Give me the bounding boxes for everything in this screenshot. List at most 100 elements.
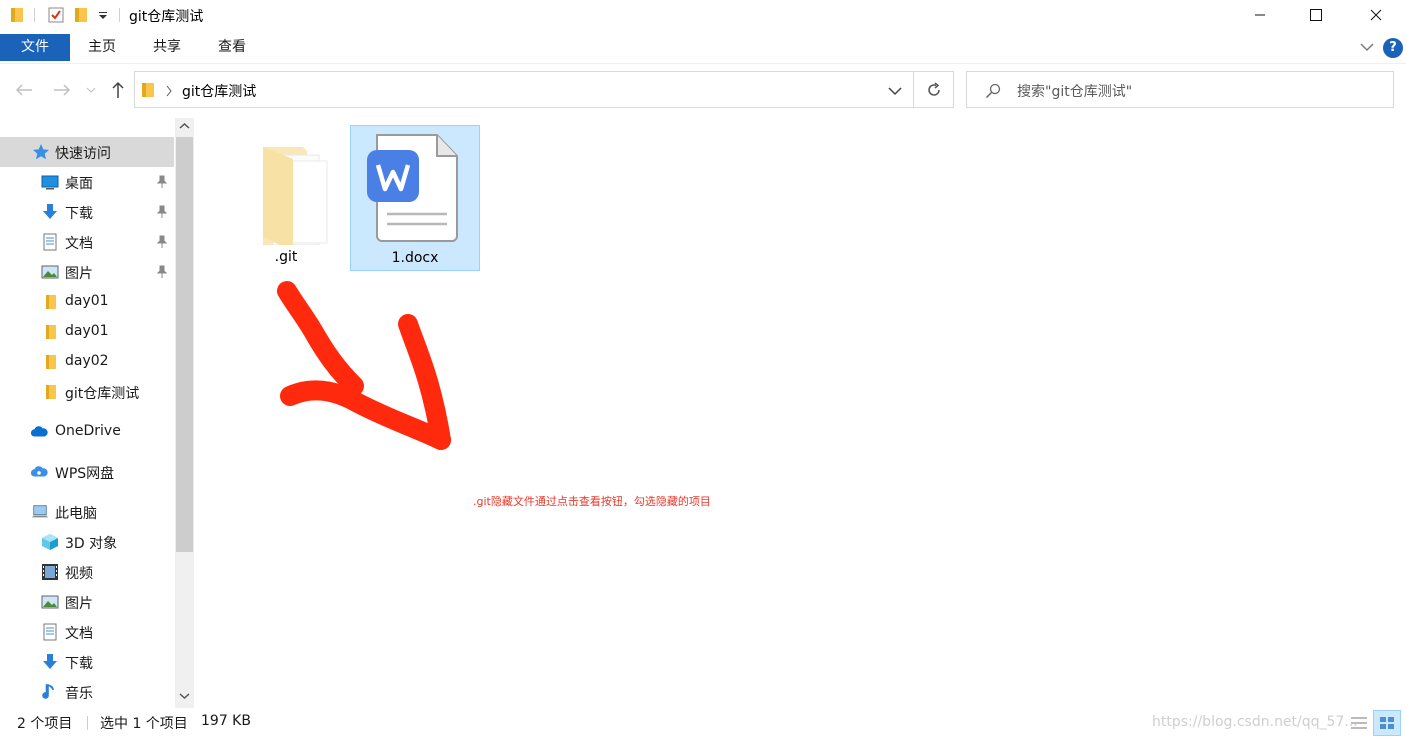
desktop-icon xyxy=(41,175,59,190)
sidebar-item-downloads[interactable]: 下载 xyxy=(0,197,174,227)
star-icon xyxy=(33,144,49,160)
sidebar-item-label: 桌面 xyxy=(65,176,93,192)
computer-icon xyxy=(31,505,49,518)
sidebar-item-label: 视频 xyxy=(65,566,93,582)
sidebar-item-pictures[interactable]: 图片 xyxy=(0,257,174,287)
large-icons-view-icon xyxy=(1380,717,1394,729)
sidebar-item-label: 图片 xyxy=(65,266,93,282)
sidebar-item-label: 3D 对象 xyxy=(65,536,118,552)
selection-count: 选中 1 个项目 xyxy=(100,716,188,732)
sidebar-item-label: 此电脑 xyxy=(55,506,97,522)
arrow-up-icon xyxy=(112,81,124,98)
file-name: .git xyxy=(274,249,298,265)
pin-icon[interactable] xyxy=(156,175,168,189)
sidebar-item-videos[interactable]: 视频 xyxy=(0,557,174,587)
sidebar-item-label: 下载 xyxy=(65,656,93,672)
expand-ribbon-icon[interactable] xyxy=(1360,42,1374,52)
scroll-up-icon[interactable] xyxy=(179,122,190,130)
document-icon xyxy=(43,233,57,251)
arrow-left-icon xyxy=(15,84,32,96)
forward-button[interactable] xyxy=(52,78,72,102)
pin-icon[interactable] xyxy=(156,265,168,279)
sidebar-item-label: OneDrive xyxy=(55,423,121,439)
file-name: 1.docx xyxy=(391,250,439,266)
search-box[interactable]: 搜索"git仓库测试" xyxy=(966,71,1394,108)
folder-icon xyxy=(46,325,56,339)
download-icon xyxy=(43,654,57,669)
scrollbar-thumb[interactable] xyxy=(176,137,193,552)
hidden-folder-icon xyxy=(263,147,328,245)
sidebar-item-desktop[interactable]: 桌面 xyxy=(0,167,174,197)
close-icon xyxy=(1370,9,1382,21)
wps-docx-icon xyxy=(367,134,458,242)
navigation-pane: 快速访问 桌面 下载 文档 图片 day01 day01 day02 git仓库… xyxy=(0,118,176,708)
annotation-note: .git隐藏文件通过点击查看按钮，勾选隐藏的项目 xyxy=(473,495,711,508)
maximize-button[interactable] xyxy=(1293,0,1339,30)
pictures-icon xyxy=(41,595,59,609)
address-history-dropdown-icon[interactable] xyxy=(888,86,902,96)
details-view-icon[interactable] xyxy=(1349,714,1369,732)
tab-share[interactable]: 共享 xyxy=(142,34,192,61)
sidebar-item-label: day01 xyxy=(65,323,109,339)
recent-locations-button[interactable] xyxy=(84,78,98,102)
title-bar: git仓库测试 xyxy=(0,0,1406,32)
sidebar-item-label: git仓库测试 xyxy=(65,386,140,402)
large-icons-view-button[interactable] xyxy=(1373,710,1401,736)
customize-toolbar-icon[interactable] xyxy=(98,6,108,24)
sidebar-item-documents[interactable]: 文档 xyxy=(0,227,174,257)
refresh-button[interactable] xyxy=(914,71,954,108)
selection-size: 197 KB xyxy=(201,713,251,729)
sidebar-item-onedrive[interactable]: OneDrive xyxy=(0,417,174,447)
sidebar-item-3d-objects[interactable]: 3D 对象 xyxy=(0,527,174,557)
sidebar-item-wps-cloud[interactable]: WPS网盘 xyxy=(0,457,174,487)
folder-icon xyxy=(11,8,23,22)
sidebar-item-label: 音乐 xyxy=(65,686,93,702)
folder-icon xyxy=(46,295,56,309)
address-bar[interactable]: git仓库测试 xyxy=(134,71,914,108)
pin-icon[interactable] xyxy=(156,205,168,219)
search-input[interactable]: 搜索"git仓库测试" xyxy=(1017,81,1132,101)
sidebar-item-label: 快速访问 xyxy=(55,146,111,162)
sidebar-item-day01[interactable]: day01 xyxy=(0,287,174,317)
properties-icon[interactable] xyxy=(47,6,65,24)
file-item-git[interactable]: .git xyxy=(221,125,351,271)
sidebar-item-day02[interactable]: day02 xyxy=(0,347,174,377)
sidebar-item-label: day01 xyxy=(65,293,109,309)
close-button[interactable] xyxy=(1353,0,1399,30)
sidebar-item-label: 下载 xyxy=(65,206,93,222)
help-button[interactable]: ? xyxy=(1383,38,1403,58)
pictures-icon xyxy=(41,265,59,279)
maximize-icon xyxy=(1310,9,1322,21)
sidebar-item-git-repo-test[interactable]: git仓库测试 xyxy=(0,377,174,407)
new-folder-icon[interactable] xyxy=(74,6,88,24)
pin-icon[interactable] xyxy=(156,235,168,249)
chevron-right-icon[interactable] xyxy=(165,85,173,97)
explorer-window: git仓库测试 文件 主页 共享 查看 ? git仓库测试 搜索"git仓库测试… xyxy=(0,0,1406,741)
cloud-icon xyxy=(30,466,48,477)
tab-file[interactable]: 文件 xyxy=(0,34,70,61)
navigation-bar: git仓库测试 搜索"git仓库测试" xyxy=(0,64,1406,116)
tab-home[interactable]: 主页 xyxy=(77,34,127,61)
scroll-down-icon[interactable] xyxy=(179,692,190,700)
file-item-docx[interactable]: 1.docx xyxy=(350,125,480,271)
sidebar-item-documents-pc[interactable]: 文档 xyxy=(0,617,174,647)
sidebar-item-label: 文档 xyxy=(65,626,93,642)
sidebar-item-music[interactable]: 音乐 xyxy=(0,677,174,707)
sidebar-item-day01-2[interactable]: day01 xyxy=(0,317,174,347)
sidebar-item-this-pc[interactable]: 此电脑 xyxy=(0,497,174,527)
minimize-button[interactable] xyxy=(1237,0,1283,30)
cloud-icon xyxy=(30,426,48,437)
address-path[interactable]: git仓库测试 xyxy=(182,81,256,101)
back-button[interactable] xyxy=(14,78,34,102)
sidebar-item-downloads-pc[interactable]: 下载 xyxy=(0,647,174,677)
sidebar-item-pictures-pc[interactable]: 图片 xyxy=(0,587,174,617)
up-button[interactable] xyxy=(108,78,128,102)
ribbon: 文件 主页 共享 查看 ? xyxy=(0,32,1406,64)
file-list: .git 1.docx .git隐藏文件通过点击查看按钮，勾选隐藏的项目 xyxy=(196,118,1406,708)
sidebar-item-label: 图片 xyxy=(65,596,93,612)
sidebar-item-quick-access[interactable]: 快速访问 xyxy=(0,137,174,167)
search-icon xyxy=(985,83,1001,99)
tab-view[interactable]: 查看 xyxy=(207,34,257,61)
item-count: 2 个项目 xyxy=(17,716,73,732)
sidebar-item-label: 文档 xyxy=(65,236,93,252)
